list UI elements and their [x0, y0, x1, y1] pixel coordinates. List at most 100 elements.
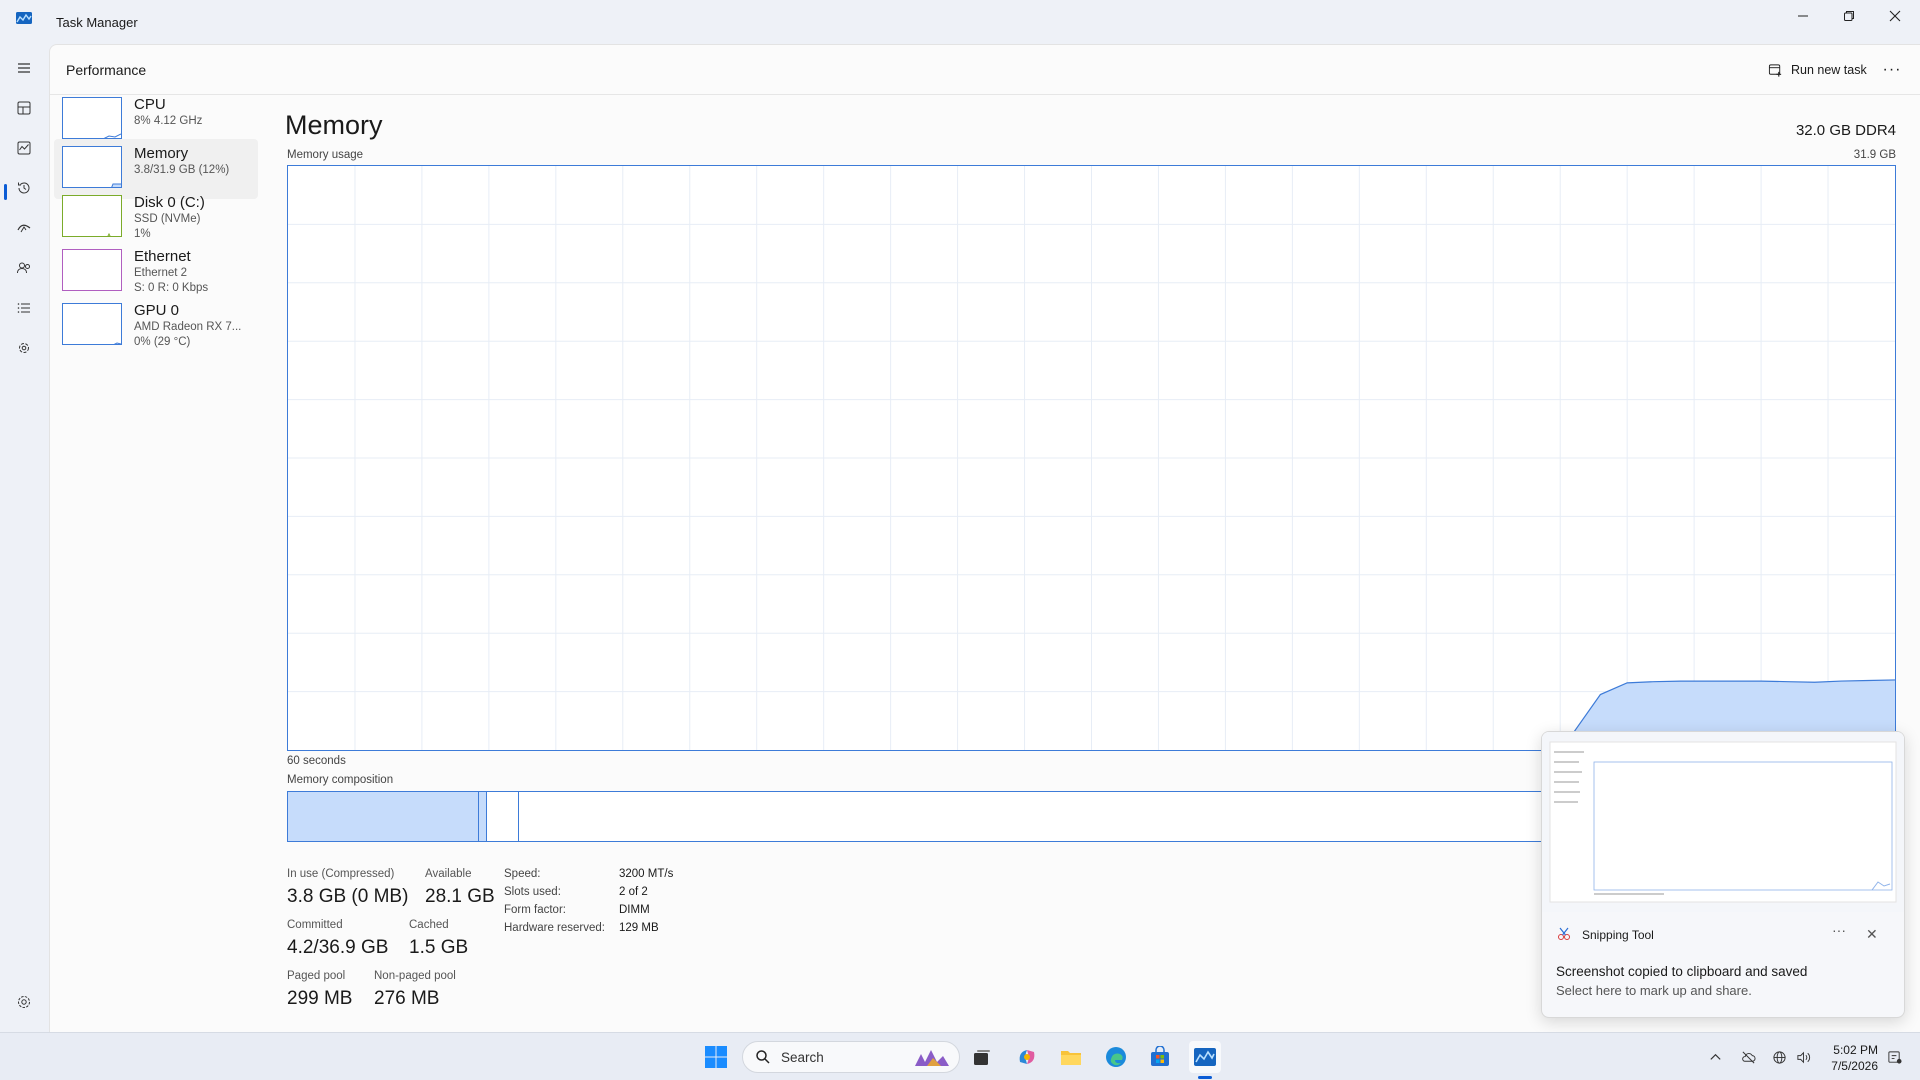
non-paged-pool-value: 276 MB [374, 988, 440, 1009]
spec-form-factor-value: DIMM [619, 904, 650, 916]
cloud-off-icon [1741, 1051, 1755, 1063]
minimize-button[interactable] [1780, 0, 1826, 32]
committed-value: 4.2/36.9 GB [287, 937, 389, 958]
available-label: Available [425, 868, 472, 880]
copilot-button[interactable] [1011, 1041, 1043, 1073]
device-detail-2: S: 0 R: 0 Kbps [134, 282, 209, 294]
toast-close-button[interactable]: ✕ [1866, 926, 1878, 943]
network-tray[interactable] [1769, 1047, 1789, 1067]
task-view-button[interactable] [966, 1041, 998, 1073]
memory-usage-graph [287, 165, 1896, 751]
composition-standby-segment [487, 792, 519, 841]
device-name: CPU [134, 96, 166, 113]
page-header: Performance Run new task ··· [50, 45, 1920, 95]
toast-more-options-button[interactable]: ··· [1832, 922, 1846, 938]
close-button[interactable] [1872, 0, 1918, 32]
navigation-rail [0, 44, 48, 1032]
taskbar-search-box[interactable]: Search [742, 1041, 960, 1073]
volume-tray[interactable] [1793, 1047, 1813, 1067]
device-detail: SSD (NVMe) [134, 213, 201, 225]
microsoft-store-button[interactable] [1144, 1041, 1176, 1073]
run-new-task-button[interactable]: Run new task [1760, 54, 1875, 86]
edge-icon [1106, 1047, 1126, 1067]
startup-apps-icon[interactable] [12, 216, 36, 240]
title-bar: Task Manager [0, 0, 1920, 44]
copilot-icon [1019, 1050, 1035, 1064]
taskbar-clock[interactable]: 5:02 PM 7/5/2026 [1820, 1042, 1878, 1074]
disk-thumbnail-graph [62, 195, 122, 237]
users-icon[interactable] [12, 256, 36, 280]
edge-browser-button[interactable] [1100, 1041, 1132, 1073]
notifications-tray[interactable] [1884, 1047, 1904, 1067]
device-item-disk[interactable]: Disk 0 (C:) SSD (NVMe) 1% [54, 188, 258, 248]
nav-active-indicator [4, 184, 7, 200]
device-name: Disk 0 (C:) [134, 194, 205, 211]
spec-form-factor-label: Form factor: [504, 904, 566, 916]
snipping-tool-icon [1558, 927, 1570, 940]
memory-usage-max: 31.9 GB [1853, 149, 1896, 161]
memory-composition-label: Memory composition [287, 774, 394, 786]
gpu-thumbnail-graph [62, 303, 122, 345]
hamburger-menu-icon[interactable] [12, 56, 36, 80]
file-explorer-button[interactable] [1055, 1041, 1087, 1073]
screenshot-preview-thumbnail[interactable] [1542, 732, 1904, 912]
available-value: 28.1 GB [425, 886, 495, 907]
run-new-task-label: Run new task [1791, 63, 1867, 77]
device-name: Ethernet [134, 248, 191, 265]
run-task-icon [1768, 63, 1782, 77]
device-item-gpu[interactable]: GPU 0 AMD Radeon RX 7... 0% (29 °C) [54, 296, 258, 356]
more-options-button[interactable]: ··· [1876, 55, 1908, 85]
settings-gear-icon[interactable] [12, 990, 36, 1014]
task-manager-taskbar-button[interactable] [1189, 1041, 1221, 1073]
folder-icon [1061, 1051, 1081, 1065]
device-name: GPU 0 [134, 302, 180, 319]
in-use-value: 3.8 GB (0 MB) [287, 886, 409, 907]
store-icon [1151, 1046, 1169, 1066]
cached-label: Cached [409, 919, 449, 931]
memory-usage-label: Memory usage [287, 149, 364, 161]
processes-icon[interactable] [12, 96, 36, 120]
device-item-ethernet[interactable]: Ethernet Ethernet 2 S: 0 R: 0 Kbps [54, 242, 258, 302]
task-view-icon [974, 1050, 990, 1065]
spec-hw-reserved-label: Hardware reserved: [504, 922, 605, 934]
services-icon[interactable] [12, 336, 36, 360]
globe-icon [1772, 1050, 1786, 1064]
spec-hw-reserved-value: 129 MB [619, 922, 659, 934]
committed-label: Committed [287, 919, 343, 931]
restore-icon [1844, 11, 1854, 21]
toast-body: Select here to mark up and share. [1556, 983, 1752, 998]
snipping-tool-notification[interactable]: Snipping Tool ··· ✕ Screenshot copied to… [1541, 731, 1905, 1018]
task-manager-icon [1194, 1048, 1216, 1066]
details-icon[interactable] [12, 296, 36, 320]
minimize-icon [1798, 15, 1808, 17]
device-detail: 8% 4.12 GHz [134, 115, 203, 127]
toast-title: Screenshot copied to clipboard and saved [1556, 964, 1808, 979]
ethernet-thumbnail-graph [62, 249, 122, 291]
in-use-label: In use (Compressed) [287, 868, 395, 880]
app-history-icon[interactable] [12, 176, 36, 200]
time-span-label: 60 seconds [287, 755, 346, 767]
taskbar-active-indicator [1198, 1076, 1212, 1079]
non-paged-pool-label: Non-paged pool [374, 970, 456, 982]
show-hidden-icons-button[interactable] [1705, 1047, 1725, 1067]
chevron-up-icon [1709, 1053, 1721, 1060]
device-detail: AMD Radeon RX 7... [134, 321, 242, 333]
start-button[interactable] [700, 1041, 732, 1073]
device-detail: Ethernet 2 [134, 267, 188, 279]
cloud-offline-tray[interactable] [1738, 1047, 1758, 1067]
page-title: Performance [66, 62, 147, 78]
paged-pool-label: Paged pool [287, 970, 346, 982]
spec-slots-label: Slots used: [504, 886, 561, 898]
device-name: Memory [134, 145, 189, 162]
notification-bell-icon [1887, 1050, 1902, 1064]
memory-thumbnail-graph [62, 146, 122, 188]
spec-slots-value: 2 of 2 [619, 886, 648, 898]
clock-time: 5:02 PM [1833, 1043, 1878, 1057]
task-manager-app-icon [16, 12, 32, 24]
memory-total: 32.0 GB DDR4 [1795, 122, 1896, 139]
device-detail-2: 0% (29 °C) [134, 336, 191, 348]
restore-button[interactable] [1826, 0, 1872, 32]
speaker-icon [1796, 1051, 1810, 1063]
performance-icon[interactable] [12, 136, 36, 160]
search-icon [756, 1050, 770, 1064]
